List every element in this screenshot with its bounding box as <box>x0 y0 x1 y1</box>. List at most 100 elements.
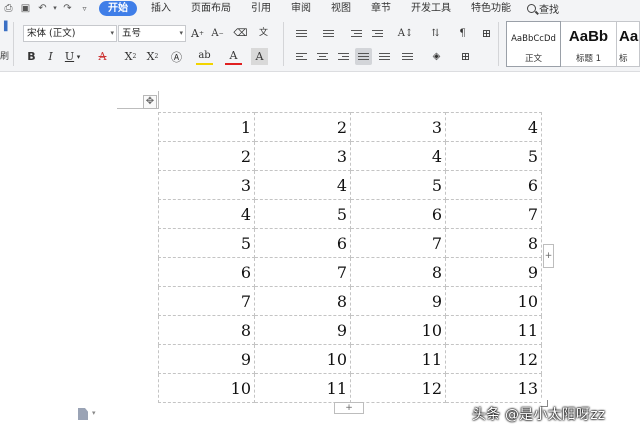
underline-dropdown-icon[interactable]: ▾ <box>74 48 83 65</box>
shrink-font-icon[interactable]: A − <box>209 25 226 42</box>
font-name-select[interactable]: 宋体 (正文) ▾ <box>23 25 117 42</box>
text-effect-icon[interactable]: Ⓐ <box>168 48 185 65</box>
document-canvas[interactable]: ✥ 1 2 3 4 2 3 4 5 3 4 5 6 4 5 6 7 5 6 7 8 6 7 8 9 7 8 9 10 8 9 10 11 9 10… <box>0 73 640 440</box>
add-row-button[interactable]: + <box>334 402 364 414</box>
table-cell[interactable]: 12 <box>445 344 542 374</box>
table-cell[interactable]: 11 <box>254 373 351 403</box>
justify-icon[interactable] <box>355 48 372 65</box>
tab-page-layout[interactable]: 页面布局 <box>181 1 241 16</box>
table-cell[interactable]: 13 <box>445 373 542 403</box>
style-normal[interactable]: AaBbCcDd 正文 <box>506 21 561 67</box>
table-cell[interactable]: 3 <box>158 170 255 200</box>
table-cell[interactable]: 9 <box>158 344 255 374</box>
tab-view[interactable]: 视图 <box>321 1 361 16</box>
table-cell[interactable]: 6 <box>445 170 542 200</box>
shading-icon[interactable]: ◈ <box>428 48 445 65</box>
sort-icon[interactable]: ⇅ <box>427 25 444 42</box>
table-cell[interactable]: 5 <box>445 141 542 171</box>
preview-icon[interactable]: ▣ <box>17 0 34 16</box>
table-cell[interactable]: 5 <box>350 170 446 200</box>
decrease-indent-icon[interactable] <box>348 25 365 42</box>
tab-references[interactable]: 引用 <box>241 1 281 16</box>
tab-features[interactable]: 特色功能 <box>461 1 521 16</box>
data-table[interactable]: 1 2 3 4 2 3 4 5 3 4 5 6 4 5 6 7 5 6 7 8 6 7 8 9 7 8 9 10 8 9 10 11 9 10 11… <box>158 112 542 403</box>
italic-icon[interactable]: I <box>42 48 59 65</box>
table-cell[interactable]: 1 <box>158 112 255 142</box>
superscript-icon[interactable]: X2 <box>122 48 139 65</box>
align-right-icon[interactable] <box>335 48 352 65</box>
numbered-list-icon[interactable] <box>320 25 337 42</box>
table-cell[interactable]: 4 <box>158 199 255 229</box>
tab-review[interactable]: 审阅 <box>281 1 321 16</box>
tab-developer[interactable]: 开发工具 <box>401 1 461 16</box>
table-cell[interactable]: 10 <box>158 373 255 403</box>
tab-section[interactable]: 章节 <box>361 1 401 16</box>
table-cell[interactable]: 8 <box>445 228 542 258</box>
chevron-down-icon[interactable]: ▾ <box>92 409 96 417</box>
font-color-icon[interactable]: A <box>225 48 242 65</box>
table-cell[interactable]: 10 <box>350 315 446 345</box>
table-cell[interactable]: 9 <box>350 286 446 316</box>
align-center-icon[interactable] <box>314 48 331 65</box>
table-cell[interactable]: 8 <box>254 286 351 316</box>
distributed-icon[interactable] <box>376 48 393 65</box>
bullet-list-icon[interactable] <box>293 25 310 42</box>
font-size-select[interactable]: 五号 ▾ <box>118 25 186 42</box>
text-direction-icon[interactable]: A↕ <box>397 25 414 42</box>
style-heading-1[interactable]: AaBb 标题 1 <box>561 21 617 67</box>
strikethrough-icon[interactable]: A <box>94 48 111 65</box>
highlight-icon[interactable]: ab <box>196 48 213 65</box>
search-button[interactable]: 查找 <box>527 1 559 16</box>
undo-icon[interactable]: ↶ <box>34 0 51 16</box>
clear-format-icon[interactable]: ⌫ <box>232 25 249 42</box>
undo-dropdown-icon[interactable]: ▾ <box>51 0 59 16</box>
table-cell[interactable]: 6 <box>254 228 351 258</box>
tab-insert[interactable]: 插入 <box>141 1 181 16</box>
table-cell[interactable]: 6 <box>350 199 446 229</box>
tab-home[interactable]: 开始 <box>99 0 137 16</box>
table-cell[interactable]: 4 <box>350 141 446 171</box>
table-cell[interactable]: 5 <box>254 199 351 229</box>
table-cell[interactable]: 11 <box>445 315 542 345</box>
table-cell[interactable]: 4 <box>254 170 351 200</box>
style-heading-2[interactable]: Aa 标 <box>617 21 640 67</box>
table-cell[interactable]: 11 <box>350 344 446 374</box>
table-cell[interactable]: 6 <box>158 257 255 287</box>
table-cell[interactable]: 3 <box>254 141 351 171</box>
table-cell[interactable]: 7 <box>445 199 542 229</box>
table-cell[interactable]: 7 <box>158 286 255 316</box>
document-page-icon[interactable] <box>78 408 88 420</box>
print-icon[interactable]: ⎙ <box>0 0 17 16</box>
borders-icon[interactable]: ⊞ <box>457 48 474 65</box>
table-cell[interactable]: 5 <box>158 228 255 258</box>
table-cell[interactable]: 9 <box>254 315 351 345</box>
phonetic-guide-icon[interactable]: 文 <box>255 23 272 40</box>
table-cell[interactable]: 2 <box>254 112 351 142</box>
grow-font-icon[interactable]: A + <box>189 25 206 42</box>
table-move-handle-icon[interactable]: ✥ <box>143 95 157 109</box>
table-cell[interactable]: 10 <box>254 344 351 374</box>
table-cell[interactable]: 8 <box>158 315 255 345</box>
format-painter-label[interactable]: 刷 <box>0 49 9 62</box>
table-cell[interactable]: 10 <box>445 286 542 316</box>
table-cell[interactable]: 7 <box>350 228 446 258</box>
table-cell[interactable]: 12 <box>350 373 446 403</box>
character-shading-icon[interactable]: A <box>251 48 268 65</box>
table-cell[interactable]: 4 <box>445 112 542 142</box>
table-cell[interactable]: 9 <box>445 257 542 287</box>
show-marks-icon[interactable]: ¶ <box>454 25 471 42</box>
increase-indent-icon[interactable] <box>369 25 386 42</box>
table-cell[interactable]: 3 <box>350 112 446 142</box>
add-column-button[interactable]: + <box>543 244 554 268</box>
subscript-icon[interactable]: X2 <box>144 48 161 65</box>
line-spacing-icon[interactable] <box>399 48 416 65</box>
customize-dropdown-icon[interactable]: ▿ <box>76 0 93 16</box>
table-cell[interactable]: 2 <box>158 141 255 171</box>
align-left-icon[interactable] <box>293 48 310 65</box>
table-cell[interactable]: 7 <box>254 257 351 287</box>
table-cell[interactable]: 8 <box>350 257 446 287</box>
redo-icon[interactable]: ↷ <box>59 0 76 16</box>
paste-icon[interactable]: ▐ <box>0 18 8 35</box>
table-icon[interactable]: ⊞ <box>478 25 495 42</box>
bold-icon[interactable]: B <box>23 48 40 65</box>
